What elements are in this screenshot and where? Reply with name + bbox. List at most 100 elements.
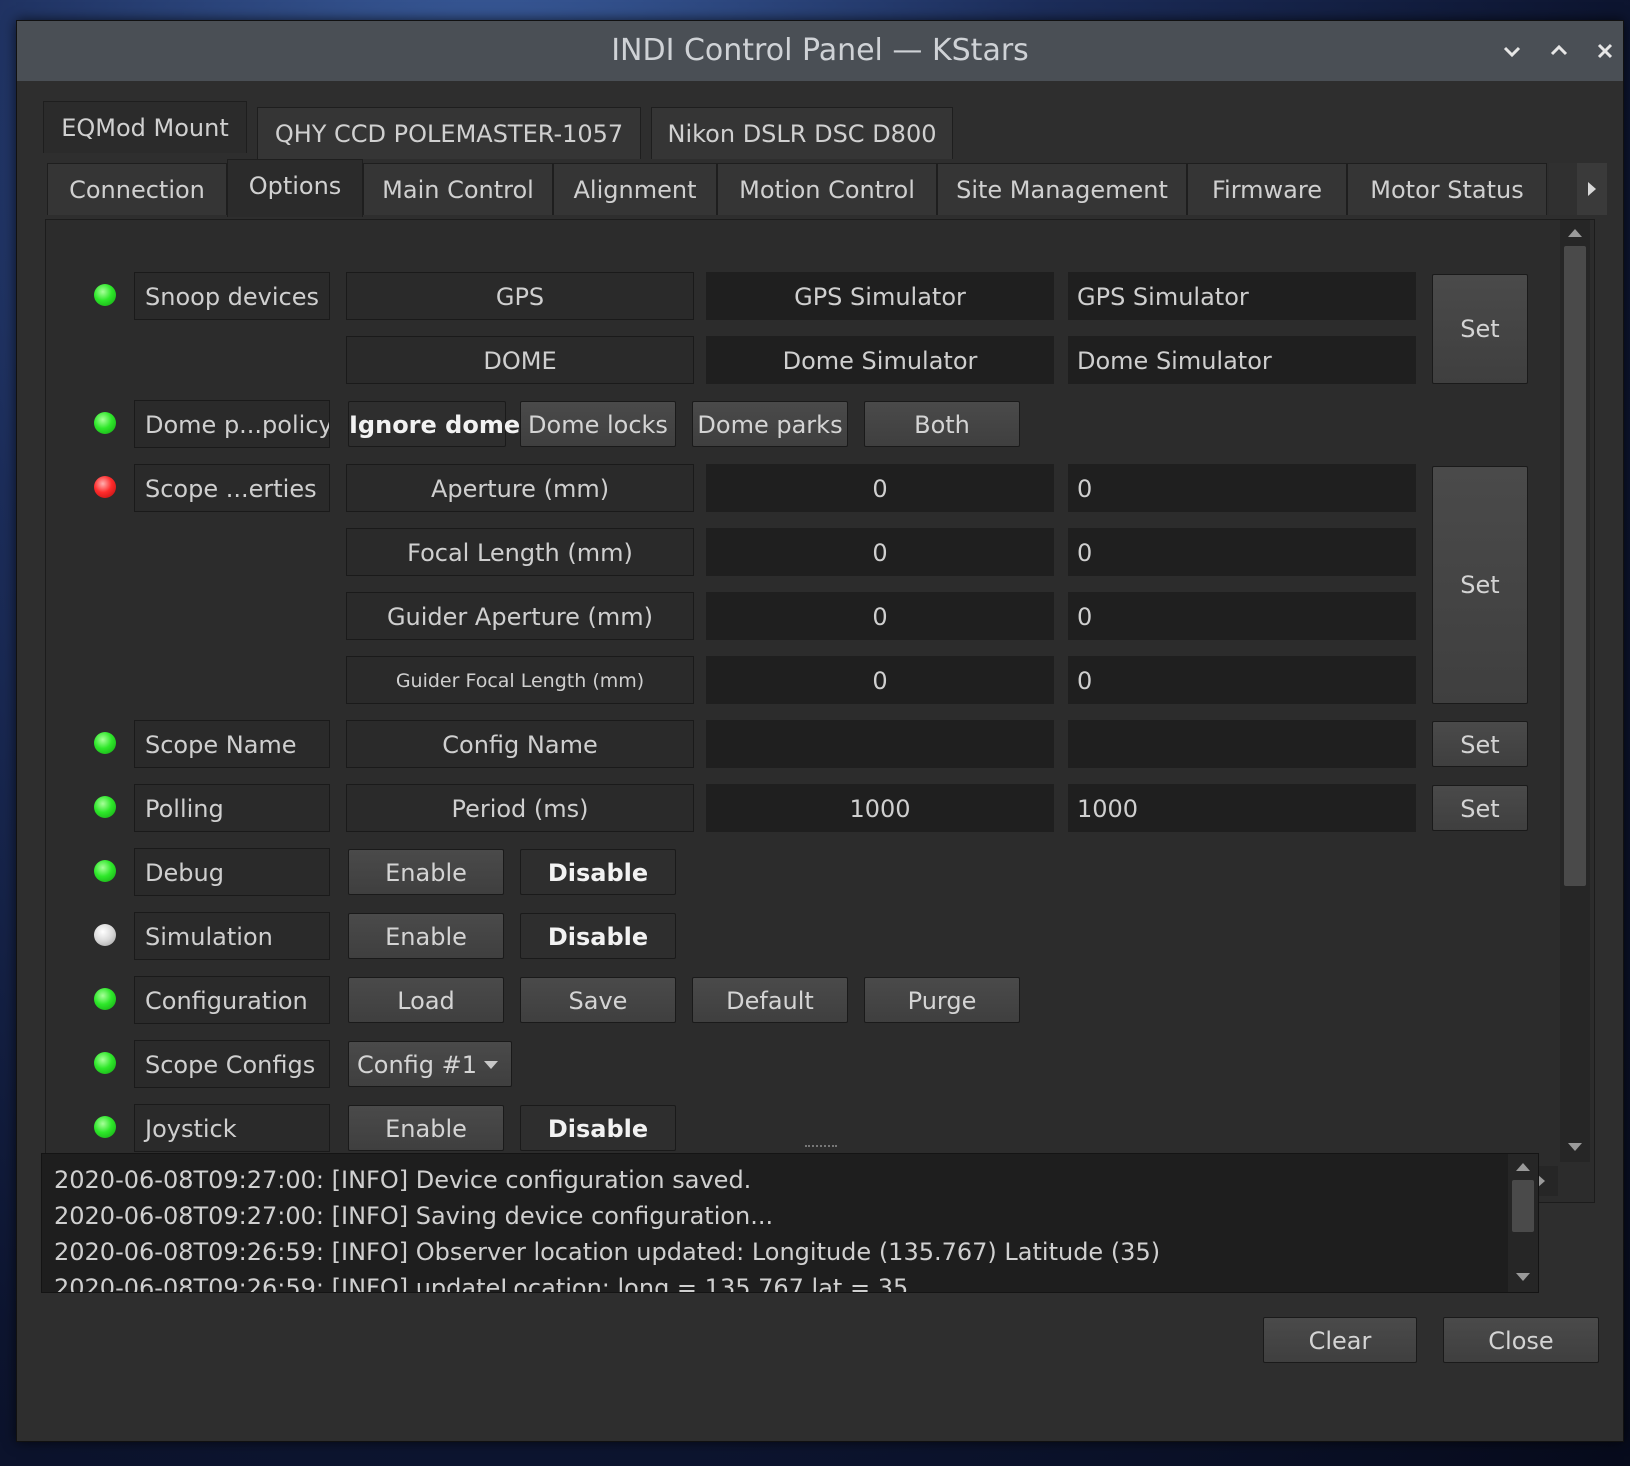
clear-button[interactable]: Clear: [1263, 1317, 1417, 1363]
tab-motor-status[interactable]: Motor Status: [1347, 163, 1547, 215]
config-name-input[interactable]: [1068, 720, 1416, 768]
close-window-button[interactable]: [1587, 33, 1623, 69]
tab-device-nikon[interactable]: Nikon DSLR DSC D800: [651, 107, 953, 159]
label-polling: Polling: [134, 784, 330, 832]
snoop-set-button[interactable]: Set: [1432, 274, 1528, 384]
status-led-debug: [94, 860, 116, 882]
guider-aperture-input[interactable]: 0: [1068, 592, 1416, 640]
label-scope-configs: Scope Configs: [134, 1040, 330, 1088]
aperture-current: 0: [706, 464, 1054, 512]
snoop-dome-input[interactable]: Dome Simulator: [1068, 336, 1416, 384]
config-purge-button[interactable]: Purge: [864, 977, 1020, 1023]
status-led-scope-properties: [94, 476, 116, 498]
snoop-gps-current: GPS Simulator: [706, 272, 1054, 320]
both-button[interactable]: Both: [864, 401, 1020, 447]
minimize-button[interactable]: [1494, 33, 1530, 69]
status-led-scope-configs: [94, 1052, 116, 1074]
focal-length-input[interactable]: 0: [1068, 528, 1416, 576]
snoop-gps-input[interactable]: GPS Simulator: [1068, 272, 1416, 320]
log-scroll-thumb[interactable]: [1512, 1180, 1534, 1232]
guider-aperture-current: 0: [706, 592, 1054, 640]
maximize-button[interactable]: [1541, 33, 1577, 69]
log-line: 2020-06-08T09:27:00: [INFO] Saving devic…: [54, 1202, 774, 1230]
status-led-simulation: [94, 924, 116, 946]
scope-configs-select[interactable]: Config #1: [348, 1041, 512, 1087]
snoop-gps-name: GPS: [346, 272, 694, 320]
tab-motion-control[interactable]: Motion Control: [717, 163, 937, 215]
log-line: 2020-06-08T09:27:00: [INFO] Device confi…: [54, 1166, 752, 1194]
guider-aperture-name: Guider Aperture (mm): [346, 592, 694, 640]
tab-device-eqmod[interactable]: EQMod Mount: [43, 101, 247, 153]
splitter-handle[interactable]: [805, 1145, 837, 1151]
tab-connection[interactable]: Connection: [47, 163, 227, 215]
scope-properties-set-button[interactable]: Set: [1432, 466, 1528, 704]
window-title: INDI Control Panel — KStars: [611, 33, 1029, 68]
debug-disable-button[interactable]: Disable: [520, 849, 676, 895]
log-text-area[interactable]: 2020-06-08T09:27:00: [INFO] Device confi…: [41, 1153, 1539, 1293]
status-led-snoop: [94, 284, 116, 306]
snoop-dome-name: DOME: [346, 336, 694, 384]
label-snoop-devices: Snoop devices: [134, 272, 330, 320]
indi-control-panel-window: INDI Control Panel — KStars EQMod Mount …: [16, 20, 1624, 1442]
tab-scroll-left-button[interactable]: [1549, 163, 1577, 215]
tab-scroll-right-button[interactable]: [1577, 163, 1607, 215]
scroll-down-arrow-icon: [1568, 1143, 1582, 1151]
scroll-down-arrow-icon: [1516, 1273, 1530, 1281]
config-save-button[interactable]: Save: [520, 977, 676, 1023]
guider-focal-length-current: 0: [706, 656, 1054, 704]
tab-main-control[interactable]: Main Control: [363, 163, 553, 215]
simulation-disable-button[interactable]: Disable: [520, 913, 676, 959]
config-default-button[interactable]: Default: [692, 977, 848, 1023]
simulation-enable-button[interactable]: Enable: [348, 913, 504, 959]
close-icon: [1597, 43, 1613, 59]
scope-name-set-button[interactable]: Set: [1432, 721, 1528, 767]
label-debug: Debug: [134, 848, 330, 896]
guider-focal-length-name: Guider Focal Length (mm): [346, 656, 694, 704]
debug-enable-button[interactable]: Enable: [348, 849, 504, 895]
joystick-enable-button[interactable]: Enable: [348, 1105, 504, 1151]
period-input[interactable]: 1000: [1068, 784, 1416, 832]
arrow-right-icon: [1588, 182, 1596, 196]
vertical-scrollbar[interactable]: [1560, 220, 1590, 1162]
chevron-up-icon: [1550, 44, 1568, 56]
label-scope-properties: Scope ...erties: [134, 464, 330, 512]
polling-set-button[interactable]: Set: [1432, 785, 1528, 831]
tab-options[interactable]: Options: [227, 159, 363, 217]
scroll-up-arrow-icon: [1568, 229, 1582, 237]
focal-length-name: Focal Length (mm): [346, 528, 694, 576]
log-scrollbar[interactable]: [1508, 1154, 1538, 1292]
vertical-scroll-thumb[interactable]: [1564, 246, 1586, 886]
tab-device-qhy[interactable]: QHY CCD POLEMASTER-1057: [257, 107, 641, 159]
status-led-configuration: [94, 988, 116, 1010]
guider-focal-length-input[interactable]: 0: [1068, 656, 1416, 704]
chevron-down-icon: [1503, 46, 1521, 58]
close-button[interactable]: Close: [1443, 1317, 1599, 1363]
scope-configs-selected: Config #1: [357, 1051, 478, 1079]
focal-length-current: 0: [706, 528, 1054, 576]
status-led-joystick: [94, 1116, 116, 1138]
aperture-input[interactable]: 0: [1068, 464, 1416, 512]
joystick-disable-button[interactable]: Disable: [520, 1105, 676, 1151]
aperture-name: Aperture (mm): [346, 464, 694, 512]
dome-parks-button[interactable]: Dome parks: [692, 401, 848, 447]
label-configuration: Configuration: [134, 976, 330, 1024]
dropdown-arrow-icon: [484, 1061, 498, 1069]
label-dome-policy: Dome p...policy: [134, 400, 330, 448]
tab-site-management[interactable]: Site Management: [937, 163, 1187, 215]
scroll-up-arrow-icon: [1516, 1163, 1530, 1171]
config-name-current: [706, 720, 1054, 768]
tab-firmware[interactable]: Firmware: [1187, 163, 1347, 215]
tab-alignment[interactable]: Alignment: [553, 163, 717, 215]
snoop-dome-current: Dome Simulator: [706, 336, 1054, 384]
label-joystick: Joystick: [134, 1104, 330, 1152]
options-panel: Snoop devices GPS GPS Simulator GPS Simu…: [45, 219, 1595, 1203]
label-scope-name: Scope Name: [134, 720, 330, 768]
ignore-dome-button[interactable]: Ignore dome: [348, 401, 520, 447]
status-led-polling: [94, 796, 116, 818]
config-load-button[interactable]: Load: [348, 977, 504, 1023]
period-current: 1000: [706, 784, 1054, 832]
title-bar[interactable]: INDI Control Panel — KStars: [17, 21, 1623, 81]
label-simulation: Simulation: [134, 912, 330, 960]
period-name: Period (ms): [346, 784, 694, 832]
dome-locks-button[interactable]: Dome locks: [520, 401, 676, 447]
